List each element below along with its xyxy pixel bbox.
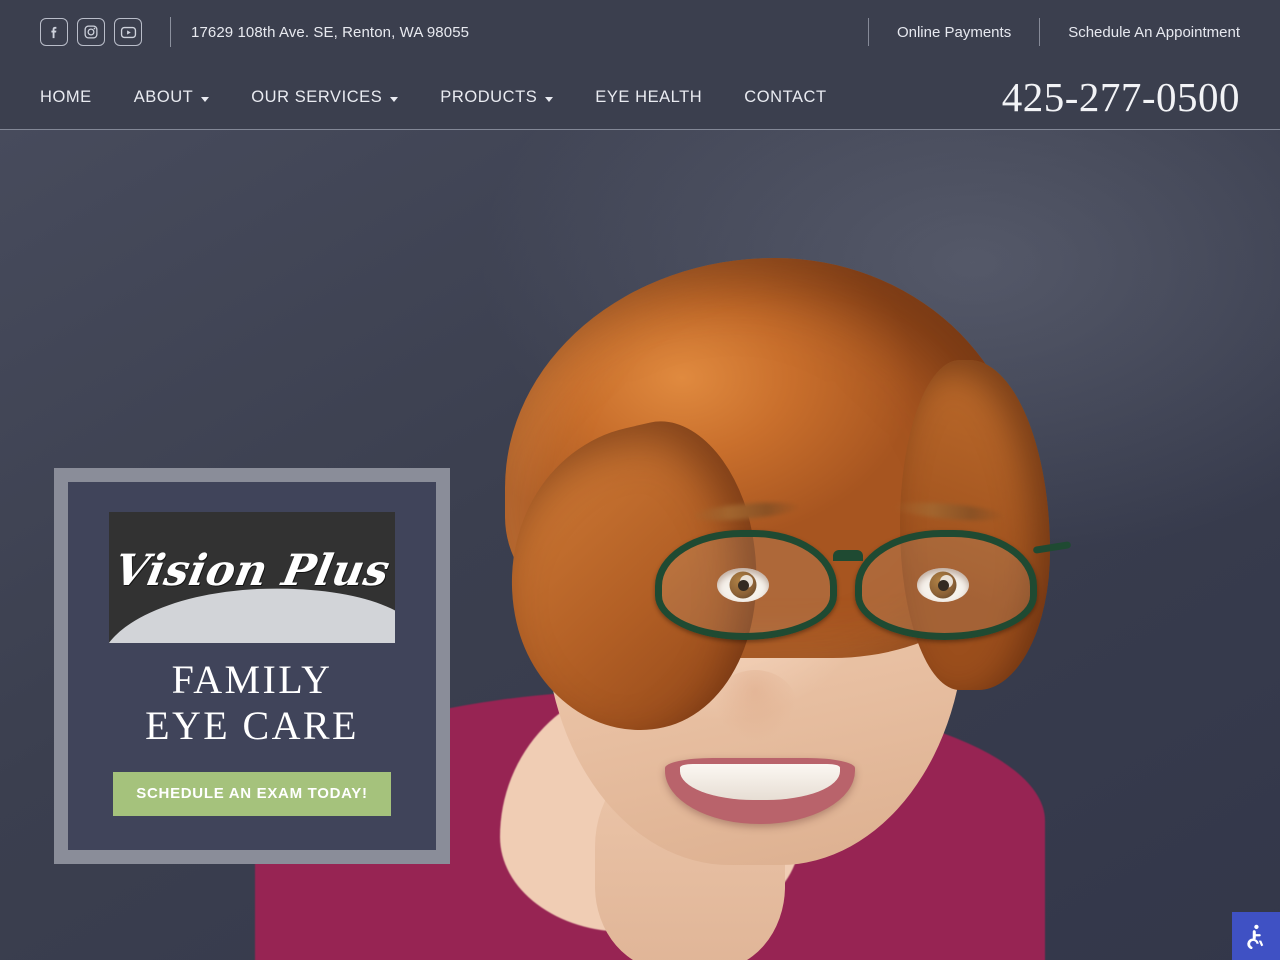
chevron-down-icon: [201, 96, 210, 102]
hero-tagline-line-1: FAMILY: [171, 657, 333, 702]
nav-label-our-services: OUR SERVICES: [251, 87, 383, 106]
nav-label-contact: CONTACT: [744, 87, 827, 106]
hero-callout-inner: Vision Plus FAMILY EYE CARE SCHEDULE AN …: [68, 482, 436, 850]
social-links: [40, 17, 171, 47]
wheelchair-icon: [1243, 923, 1269, 949]
instagram-icon[interactable]: [77, 18, 105, 46]
hero-tagline-line-2: EYE CARE: [145, 703, 359, 749]
hero-tagline: FAMILY EYE CARE: [145, 657, 359, 750]
nav-label-products: PRODUCTS: [440, 87, 538, 106]
main-navigation: HOME ABOUT OUR SERVICES PRODUCTS EYE HEA…: [40, 80, 827, 115]
nav-item-our-services[interactable]: OUR SERVICES: [251, 80, 399, 115]
nav-item-about[interactable]: ABOUT: [134, 80, 210, 115]
eyeglass-bridge: [833, 550, 863, 561]
eyeglass-lens-right: [855, 530, 1037, 640]
eyeglass-temple: [1032, 541, 1072, 554]
phone-number-link[interactable]: 425-277-0500: [1002, 73, 1240, 121]
site-header: 17629 108th Ave. SE, Renton, WA 98055 On…: [0, 0, 1280, 130]
office-address: 17629 108th Ave. SE, Renton, WA 98055: [191, 23, 470, 41]
address-divider: [170, 17, 171, 47]
schedule-appointment-link[interactable]: Schedule An Appointment: [1040, 24, 1240, 41]
nav-label-home: HOME: [40, 87, 92, 106]
vision-plus-logo: Vision Plus: [109, 512, 395, 643]
model-teeth: [680, 764, 840, 800]
nav-label-about: ABOUT: [133, 87, 194, 106]
hero-section: Vision Plus FAMILY EYE CARE SCHEDULE AN …: [0, 130, 1280, 960]
utility-links: Online Payments Schedule An Appointment: [867, 0, 1240, 64]
chevron-down-icon: [545, 96, 554, 102]
eyeglasses: [655, 499, 1072, 650]
schedule-exam-button[interactable]: SCHEDULE AN EXAM TODAY!: [113, 771, 391, 816]
nav-item-home[interactable]: HOME: [40, 80, 92, 115]
youtube-icon[interactable]: [114, 18, 142, 46]
online-payments-link[interactable]: Online Payments: [869, 24, 1039, 41]
utility-bar: 17629 108th Ave. SE, Renton, WA 98055 On…: [0, 0, 1280, 64]
nav-label-eye-health: EYE HEALTH: [595, 87, 703, 106]
hero-callout-box: Vision Plus FAMILY EYE CARE SCHEDULE AN …: [54, 468, 450, 864]
eyeglass-lens-left: [655, 530, 837, 640]
chevron-down-icon: [390, 96, 399, 102]
nav-item-contact[interactable]: CONTACT: [744, 80, 826, 115]
facebook-icon[interactable]: [40, 18, 68, 46]
nav-item-eye-health[interactable]: EYE HEALTH: [595, 80, 702, 115]
nav-item-products[interactable]: PRODUCTS: [440, 80, 554, 115]
accessibility-button[interactable]: [1232, 912, 1280, 960]
navigation-bar: HOME ABOUT OUR SERVICES PRODUCTS EYE HEA…: [0, 64, 1280, 130]
